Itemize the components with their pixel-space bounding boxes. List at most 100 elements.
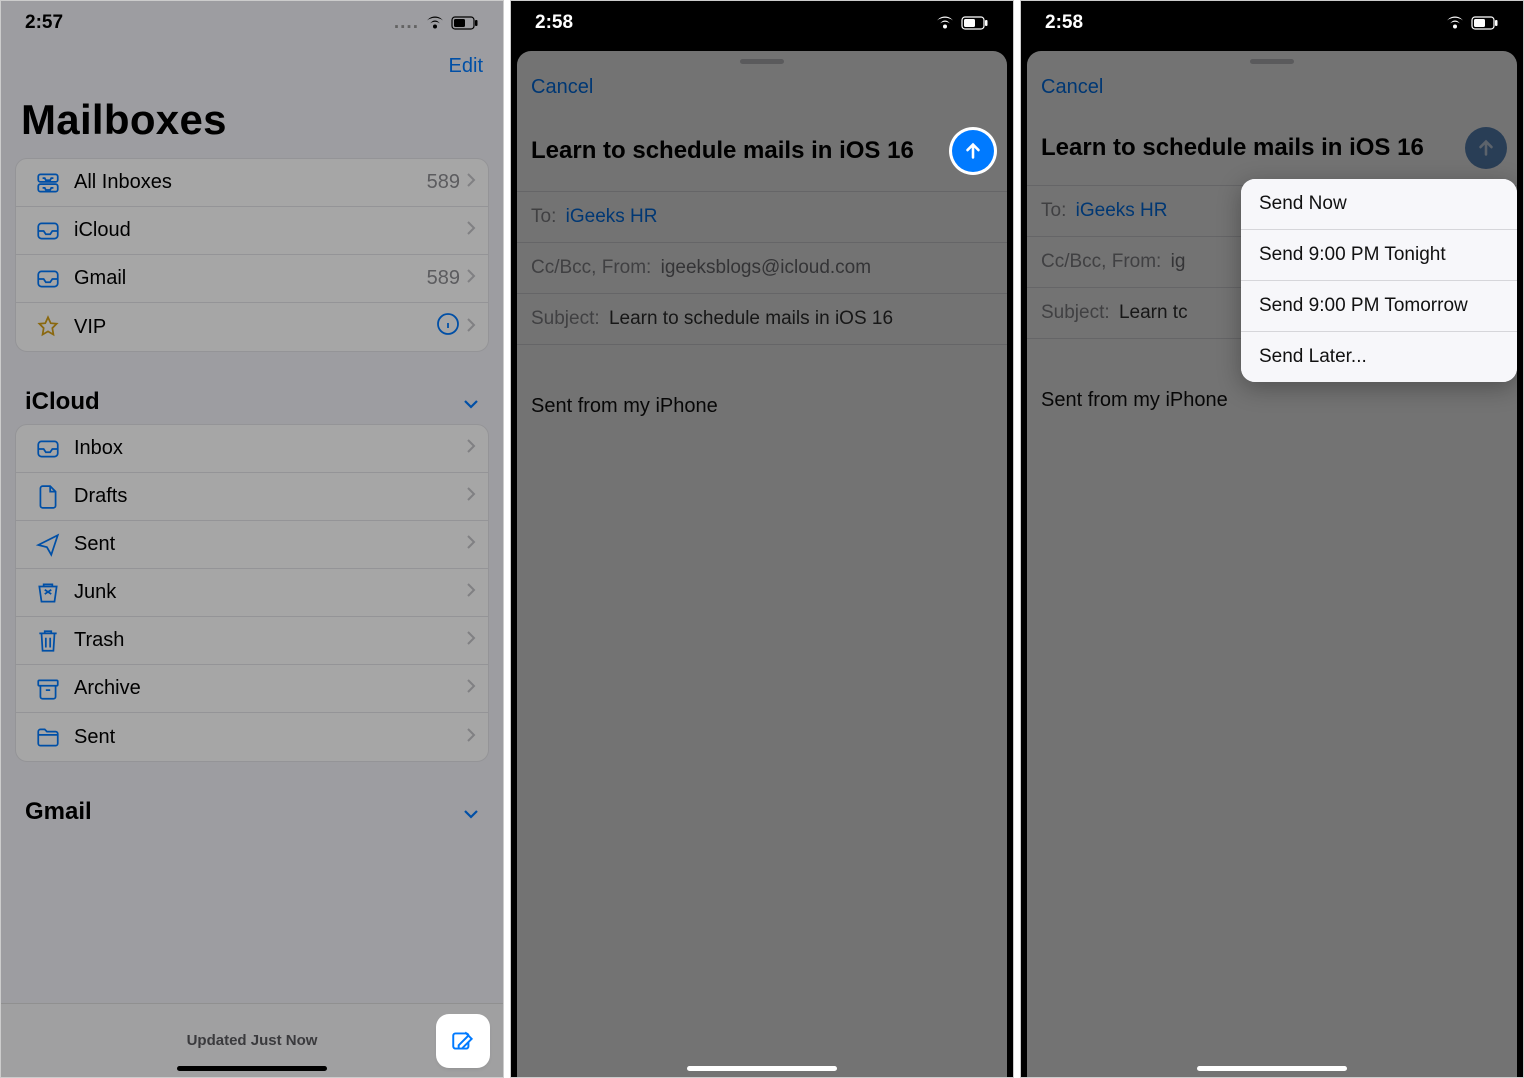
row-all-inboxes[interactable]: All Inboxes 589	[16, 159, 488, 207]
archivebox-icon	[30, 677, 66, 701]
battery-icon	[451, 16, 479, 30]
grabber-handle[interactable]	[1250, 59, 1294, 64]
to-label: To:	[531, 206, 556, 227]
row-label: Sent	[66, 726, 466, 749]
compose-title: Learn to schedule mails in iOS 16	[531, 138, 949, 164]
chevron-right-icon	[466, 219, 476, 242]
status-icons: ....	[394, 12, 479, 34]
chevron-right-icon	[466, 267, 476, 290]
tray-icon	[30, 438, 66, 460]
compose-button[interactable]	[439, 1017, 487, 1065]
icloud-folders-group: Inbox Drafts Sent Junk Trash Archive	[15, 424, 489, 762]
wifi-icon	[1445, 16, 1465, 30]
to-label: To:	[1041, 200, 1066, 221]
arrow-up-icon	[1475, 137, 1497, 159]
chevron-right-icon	[466, 533, 476, 556]
row-junk[interactable]: Junk	[16, 569, 488, 617]
to-value: iGeeks HR	[566, 206, 658, 227]
subject-value: Learn tc	[1119, 302, 1188, 323]
row-label: Junk	[66, 581, 466, 604]
ccbcc-label: Cc/Bcc, From:	[531, 257, 651, 278]
to-value: iGeeks HR	[1076, 200, 1168, 221]
trash-icon	[30, 628, 66, 654]
battery-icon	[1471, 16, 1499, 30]
subject-label: Subject:	[1041, 302, 1110, 323]
compose-header: Learn to schedule mails in iOS 16	[1027, 109, 1517, 185]
chevron-right-icon	[466, 485, 476, 508]
row-label: Gmail	[66, 267, 427, 290]
folder-icon	[30, 726, 66, 748]
wifi-icon	[935, 16, 955, 30]
info-icon[interactable]	[436, 312, 460, 342]
compose-body[interactable]: Sent from my iPhone	[517, 344, 1007, 468]
tray-stack-icon	[30, 170, 66, 196]
ccbcc-label: Cc/Bcc, From:	[1041, 251, 1161, 272]
row-label: All Inboxes	[66, 171, 427, 194]
row-gmail[interactable]: Gmail 589	[16, 255, 488, 303]
to-field[interactable]: To: iGeeks HR	[517, 191, 1007, 242]
tray-icon	[30, 220, 66, 242]
chevron-right-icon	[466, 316, 476, 339]
battery-icon	[961, 16, 989, 30]
row-label: Inbox	[66, 437, 466, 460]
subject-value: Learn to schedule mails in iOS 16	[609, 308, 893, 329]
section-header-gmail[interactable]: Gmail	[1, 782, 503, 834]
menu-send-now[interactable]: Send Now	[1241, 179, 1517, 230]
menu-send-tonight[interactable]: Send 9:00 PM Tonight	[1241, 230, 1517, 281]
row-archive[interactable]: Archive	[16, 665, 488, 713]
home-indicator[interactable]	[177, 1066, 327, 1071]
clock: 2:57	[25, 12, 63, 34]
row-inbox[interactable]: Inbox	[16, 425, 488, 473]
subject-label: Subject:	[531, 308, 600, 329]
navbar: Edit	[1, 45, 503, 88]
menu-send-later[interactable]: Send Later...	[1241, 332, 1517, 382]
ccbcc-field[interactable]: Cc/Bcc, From: igeeksblogs@icloud.com	[517, 242, 1007, 293]
edit-button[interactable]: Edit	[449, 55, 483, 78]
compose-header: Learn to schedule mails in iOS 16	[517, 109, 1007, 191]
grabber-handle[interactable]	[740, 59, 784, 64]
tray-icon	[30, 268, 66, 290]
row-vip[interactable]: VIP	[16, 303, 488, 351]
status-icons	[1445, 16, 1499, 30]
send-button-halo	[949, 127, 997, 175]
row-trash[interactable]: Trash	[16, 617, 488, 665]
row-count: 589	[427, 171, 460, 194]
cancel-button[interactable]: Cancel	[531, 76, 593, 99]
section-title: Gmail	[25, 798, 92, 826]
chevron-right-icon	[466, 629, 476, 652]
row-count: 589	[427, 267, 460, 290]
home-indicator[interactable]	[687, 1066, 837, 1071]
clock: 2:58	[1045, 12, 1083, 34]
ccbcc-value: igeeksblogs@icloud.com	[661, 257, 871, 278]
body-text: Sent from my iPhone	[1041, 389, 1228, 411]
page-title: Mailboxes	[1, 88, 503, 158]
star-icon	[30, 314, 66, 340]
compose-title: Learn to schedule mails in iOS 16	[1041, 135, 1465, 161]
mailboxes-group: All Inboxes 589 iCloud Gmail 589 V	[15, 158, 489, 352]
row-label: Archive	[66, 677, 466, 700]
row-sent[interactable]: Sent	[16, 521, 488, 569]
row-icloud[interactable]: iCloud	[16, 207, 488, 255]
paperplane-icon	[30, 532, 66, 558]
screen-compose: 2:58 Cancel Learn to schedule mails in i…	[510, 0, 1014, 1078]
chevron-right-icon	[466, 437, 476, 460]
screen-schedule-menu: 2:58 Cancel Learn to schedule mails in i…	[1020, 0, 1524, 1078]
chevron-right-icon	[466, 726, 476, 749]
row-sent-folder[interactable]: Sent	[16, 713, 488, 761]
row-drafts[interactable]: Drafts	[16, 473, 488, 521]
send-schedule-popover: Send Now Send 9:00 PM Tonight Send 9:00 …	[1241, 179, 1517, 382]
sync-status: Updated Just Now	[187, 1032, 318, 1049]
cancel-button[interactable]: Cancel	[1041, 76, 1103, 99]
menu-send-tomorrow[interactable]: Send 9:00 PM Tomorrow	[1241, 281, 1517, 332]
clock: 2:58	[535, 12, 573, 34]
section-header-icloud[interactable]: iCloud	[1, 372, 503, 424]
subject-field[interactable]: Subject: Learn to schedule mails in iOS …	[517, 293, 1007, 344]
send-button[interactable]	[952, 130, 994, 172]
wifi-icon	[425, 16, 445, 30]
sheet-nav: Cancel	[1027, 70, 1517, 109]
send-button[interactable]	[1465, 127, 1507, 169]
home-indicator[interactable]	[1197, 1066, 1347, 1071]
chevron-down-icon	[463, 388, 479, 416]
sheet-nav: Cancel	[517, 70, 1007, 109]
document-icon	[30, 484, 66, 510]
